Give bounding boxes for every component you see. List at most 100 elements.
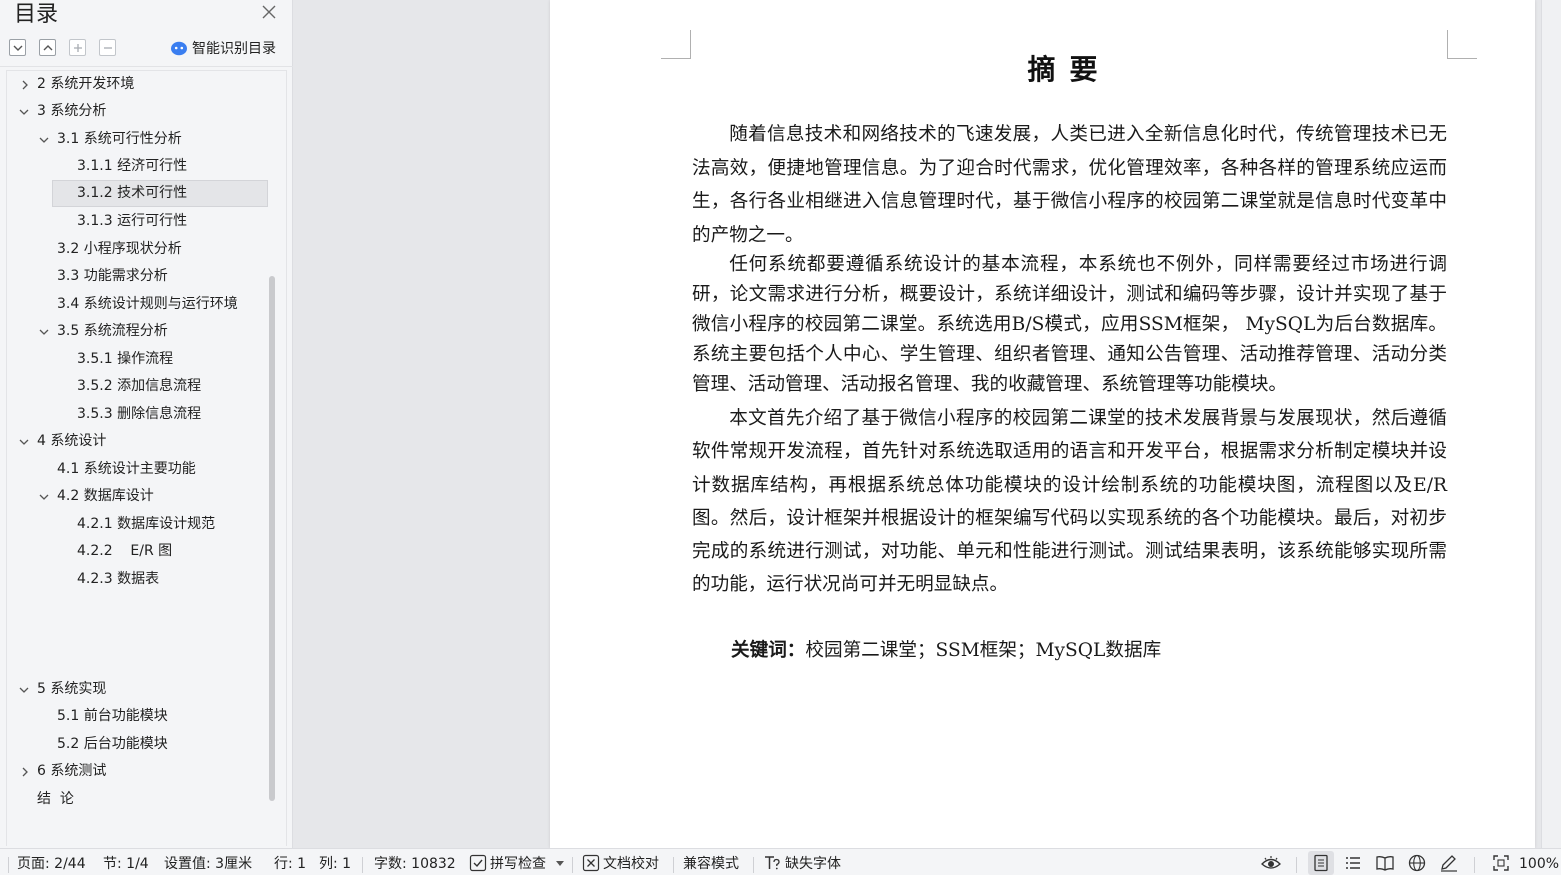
minus-icon bbox=[104, 47, 112, 49]
toc-item[interactable]: 3.5 系统流程分析 bbox=[7, 318, 275, 345]
toc-item[interactable]: 4.2.3 数据表 bbox=[7, 566, 275, 593]
word-count[interactable]: 字数: 10832 bbox=[374, 849, 456, 875]
add-heading-button[interactable] bbox=[69, 39, 86, 56]
toc-item[interactable]: 结 论 bbox=[7, 786, 275, 813]
document-canvas: 摘要 随着信息技术和网络技术的飞速发展，人类已进入全新信息化时代，传统管理技术已… bbox=[294, 0, 1561, 848]
toc-item-label: 3.3 功能需求分析 bbox=[57, 268, 168, 284]
divider bbox=[1474, 857, 1475, 873]
status-bar: 页面: 2/44 节: 1/4 设置值: 3厘米 行: 1 列: 1 字数: 1… bbox=[0, 848, 1561, 875]
abstract-paragraph: 任何系统都要遵循系统设计的基本流程，本系统也不例外，同样需要经过市场进行调研，论… bbox=[692, 254, 1447, 395]
toc-item-label: 3 系统分析 bbox=[37, 103, 107, 119]
toc-item-label: 3.5.1 操作流程 bbox=[77, 351, 174, 367]
toc-item[interactable]: 3.5.1 操作流程 bbox=[7, 346, 275, 373]
missing-font-button[interactable]: 缺失字体 bbox=[785, 849, 841, 875]
toc-item[interactable]: 2 系统开发环境 bbox=[7, 71, 275, 98]
page-indicator[interactable]: 页面: 2/44 bbox=[17, 849, 86, 875]
chevron-down-icon bbox=[13, 45, 23, 51]
divider bbox=[8, 857, 9, 873]
row-indicator[interactable]: 行: 1 bbox=[274, 849, 306, 875]
chevron-down-icon[interactable] bbox=[38, 326, 50, 338]
outline-view-button[interactable] bbox=[1340, 851, 1366, 875]
toc-item[interactable]: 3 系统分析 bbox=[7, 98, 275, 125]
document-page[interactable]: 摘要 随着信息技术和网络技术的飞速发展，人类已进入全新信息化时代，传统管理技术已… bbox=[550, 0, 1535, 848]
compat-mode-label[interactable]: 兼容模式 bbox=[683, 849, 739, 875]
spellcheck-icon bbox=[469, 854, 487, 872]
fit-screen-icon bbox=[1493, 855, 1509, 871]
toc-item-selected[interactable]: 3.1.2 技术可行性 bbox=[52, 180, 268, 207]
toc-item[interactable]: 3.1 系统可行性分析 bbox=[7, 126, 275, 153]
chevron-down-icon[interactable] bbox=[18, 684, 30, 696]
toc-item-label: 5 系统实现 bbox=[37, 681, 107, 697]
toc-item[interactable]: 4.2.2 E/R 图 bbox=[7, 538, 275, 565]
toc-item[interactable]: 3.5.3 删除信息流程 bbox=[7, 401, 275, 428]
zoom-level[interactable]: 100% bbox=[1519, 849, 1559, 875]
chevron-down-icon[interactable] bbox=[18, 436, 30, 448]
toc-item[interactable]: 5.1 前台功能模块 bbox=[7, 703, 275, 730]
reading-view-button[interactable] bbox=[1372, 851, 1398, 875]
toc-item-label: 3.1.3 运行可行性 bbox=[77, 213, 188, 229]
chevron-right-icon[interactable] bbox=[19, 79, 31, 91]
chevron-down-icon[interactable] bbox=[38, 134, 50, 146]
toc-item-label: 4.2.3 数据表 bbox=[77, 571, 160, 587]
divider bbox=[362, 857, 363, 873]
close-sidebar-button[interactable] bbox=[259, 2, 279, 22]
expand-all-button[interactable] bbox=[9, 39, 26, 56]
chevron-right-icon[interactable] bbox=[19, 766, 31, 778]
book-icon bbox=[1376, 856, 1394, 871]
collapse-all-button[interactable] bbox=[39, 39, 56, 56]
toc-item-label: 5.1 前台功能模块 bbox=[57, 708, 168, 724]
web-view-button[interactable] bbox=[1404, 851, 1430, 875]
toc-item-label: 结 论 bbox=[37, 791, 74, 807]
toc-tree: 2 系统开发环境 3 系统分析 3.1 系统可行性分析 3.1.1 经济可行性 … bbox=[7, 71, 275, 831]
toc-item[interactable]: 5 系统实现 bbox=[7, 676, 275, 703]
toc-item-label: 4.1 系统设计主要功能 bbox=[57, 461, 196, 477]
abstract-title: 摘要 bbox=[1027, 53, 1112, 86]
toc-panel: 2 系统开发环境 3 系统分析 3.1 系统可行性分析 3.1.1 经济可行性 … bbox=[6, 70, 287, 846]
proofread-icon bbox=[582, 854, 600, 872]
toc-item[interactable]: 4.1 系统设计主要功能 bbox=[7, 456, 275, 483]
toc-item-label: 3.5 系统流程分析 bbox=[57, 323, 168, 339]
sidebar-title: 目录 bbox=[14, 2, 59, 27]
setting-indicator[interactable]: 设置值: 3厘米 bbox=[164, 849, 252, 875]
section-indicator[interactable]: 节: 1/4 bbox=[103, 849, 149, 875]
toc-item[interactable]: 3.5.2 添加信息流程 bbox=[7, 373, 275, 400]
proofread-button[interactable]: 文档校对 bbox=[603, 849, 659, 875]
ai-assistant-icon bbox=[171, 41, 187, 56]
toc-item-label: 3.2 小程序现状分析 bbox=[57, 241, 182, 257]
eye-protection-button[interactable] bbox=[1258, 851, 1284, 875]
toc-item[interactable]: 6 系统测试 bbox=[7, 758, 275, 785]
column-indicator[interactable]: 列: 1 bbox=[319, 849, 351, 875]
toc-item[interactable]: 3.1.3 运行可行性 bbox=[7, 208, 275, 235]
toc-item[interactable]: 4 系统设计 bbox=[7, 428, 275, 455]
toc-item-label: 3.5.2 添加信息流程 bbox=[77, 378, 202, 394]
toc-item[interactable]: 3.3 功能需求分析 bbox=[7, 263, 275, 290]
spellcheck-button[interactable]: 拼写检查 bbox=[490, 849, 546, 875]
divider bbox=[0, 66, 293, 67]
toc-item-label: 3.1 系统可行性分析 bbox=[57, 131, 182, 147]
missing-font-icon bbox=[765, 856, 780, 870]
outline-view-icon bbox=[1346, 857, 1360, 869]
toc-scrollbar[interactable] bbox=[269, 276, 275, 801]
toc-item[interactable]: 3.4 系统设计规则与运行环境 bbox=[7, 291, 262, 318]
toc-item[interactable]: 5.2 后台功能模块 bbox=[7, 731, 275, 758]
chevron-down-icon[interactable] bbox=[556, 861, 564, 867]
document-scrollbar[interactable] bbox=[1541, 0, 1561, 848]
chevron-down-icon[interactable] bbox=[38, 491, 50, 503]
toc-item-label: 4.2.1 数据库设计规范 bbox=[77, 516, 216, 532]
smart-toc-button[interactable]: 智能识别目录 bbox=[170, 37, 276, 59]
toc-item[interactable]: 3.2 小程序现状分析 bbox=[7, 236, 275, 263]
margin-marker bbox=[1447, 30, 1477, 59]
remove-heading-button[interactable] bbox=[99, 39, 116, 56]
abstract-paragraph: 本文首先介绍了基于微信小程序的校园第二课堂的技术发展背景与发展现状，然后遵循软件… bbox=[692, 408, 1447, 596]
toc-item-label: 3.4 系统设计规则与运行环境 bbox=[57, 296, 238, 312]
toc-item[interactable]: 4.2 数据库设计 bbox=[7, 483, 275, 510]
page-view-button[interactable] bbox=[1308, 851, 1334, 875]
fit-page-button[interactable] bbox=[1488, 851, 1514, 875]
smart-toc-label: 智能识别目录 bbox=[192, 41, 276, 57]
toc-item[interactable]: 3.1.1 经济可行性 bbox=[7, 153, 275, 180]
pen-icon bbox=[1441, 855, 1457, 872]
toc-item-label: 4.2 数据库设计 bbox=[57, 488, 154, 504]
chevron-down-icon[interactable] bbox=[18, 106, 30, 118]
write-mode-button[interactable] bbox=[1436, 851, 1462, 875]
toc-item[interactable]: 4.2.1 数据库设计规范 bbox=[7, 511, 275, 538]
